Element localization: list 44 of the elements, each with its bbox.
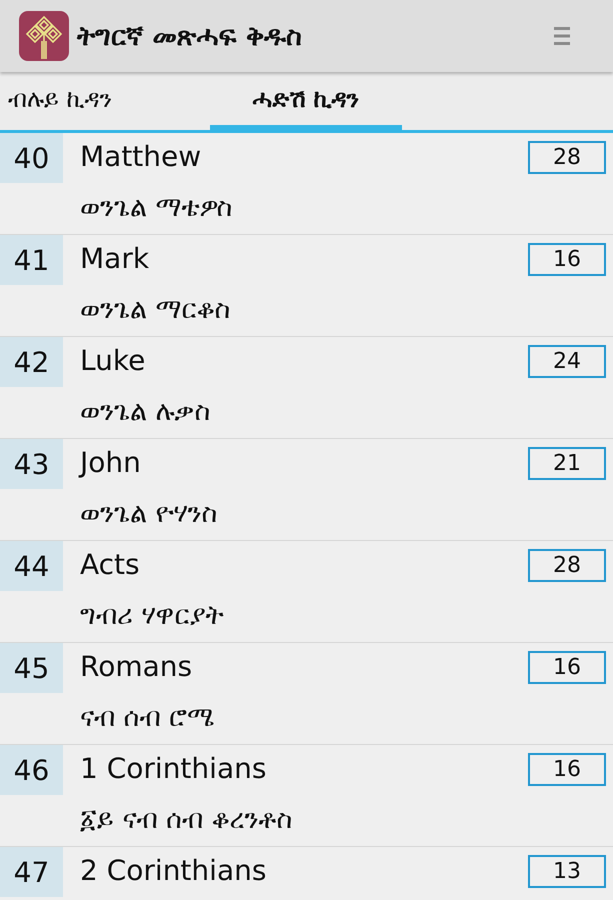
chapter-count: 28 bbox=[528, 549, 606, 582]
book-row[interactable]: 46 1 Corinthians 16 ፩ይ ናብ ሰብ ቆረንቶስ bbox=[0, 745, 613, 847]
chapter-count: 13 bbox=[528, 855, 606, 888]
book-name-tigrinya: ናብ ሰብ ሮሜ bbox=[80, 701, 216, 735]
book-row[interactable]: 43 John 21 ወንጌል ዮሃንስ bbox=[0, 439, 613, 541]
book-number: 46 bbox=[0, 745, 63, 795]
menu-icon[interactable] bbox=[554, 25, 570, 47]
tab[interactable]: ሓድሽ ኪዳን bbox=[210, 72, 402, 130]
book-name: 2 Corinthians bbox=[80, 853, 268, 889]
book-row[interactable]: 47 2 Corinthians 13 bbox=[0, 847, 613, 900]
book-name: Matthew bbox=[80, 139, 202, 175]
book-row[interactable]: 41 Mark 16 ወንጌል ማርቆስ bbox=[0, 235, 613, 337]
chapter-count: 16 bbox=[528, 243, 606, 276]
book-name: Acts bbox=[80, 547, 141, 583]
book-number: 45 bbox=[0, 643, 63, 693]
book-name: Romans bbox=[80, 649, 194, 685]
book-row[interactable]: 42 Luke 24 ወንጌል ሉቃስ bbox=[0, 337, 613, 439]
tab[interactable]: ብሉይ ኪዳን bbox=[0, 72, 210, 130]
book-row[interactable]: 45 Romans 16 ናብ ሰብ ሮሜ bbox=[0, 643, 613, 745]
book-number: 47 bbox=[0, 847, 63, 897]
chapter-count: 16 bbox=[528, 651, 606, 684]
book-number: 42 bbox=[0, 337, 63, 387]
book-name-tigrinya: ወንጌል ዮሃንስ bbox=[80, 497, 219, 531]
book-name: Luke bbox=[80, 343, 146, 379]
book-name: John bbox=[80, 445, 142, 481]
app-title: ትግርኛ መጽሓፍ ቅዱስ bbox=[77, 20, 303, 52]
book-number: 43 bbox=[0, 439, 63, 489]
book-number: 40 bbox=[0, 133, 63, 183]
book-row[interactable]: 44 Acts 28 ግብሪ ሃዋርያት bbox=[0, 541, 613, 643]
book-name: 1 Corinthians bbox=[80, 751, 268, 787]
book-name-tigrinya: ወንጌል ማቴዎስ bbox=[80, 191, 234, 225]
chapter-count: 16 bbox=[528, 753, 606, 786]
book-name-tigrinya: ግብሪ ሃዋርያት bbox=[80, 599, 225, 633]
book-name-tigrinya: ፩ይ ናብ ሰብ ቆረንቶስ bbox=[80, 803, 294, 837]
cross-logo-icon bbox=[19, 11, 69, 61]
book-name-tigrinya: ወንጌል ሉቃስ bbox=[80, 395, 212, 429]
book-name-tigrinya: ወንጌል ማርቆስ bbox=[80, 293, 232, 327]
book-number: 41 bbox=[0, 235, 63, 285]
book-row[interactable]: 40 Matthew 28 ወንጌል ማቴዎስ bbox=[0, 133, 613, 235]
chapter-count: 24 bbox=[528, 345, 606, 378]
book-number: 44 bbox=[0, 541, 63, 591]
book-name: Mark bbox=[80, 241, 150, 277]
chapter-count: 21 bbox=[528, 447, 606, 480]
chapter-count: 28 bbox=[528, 141, 606, 174]
